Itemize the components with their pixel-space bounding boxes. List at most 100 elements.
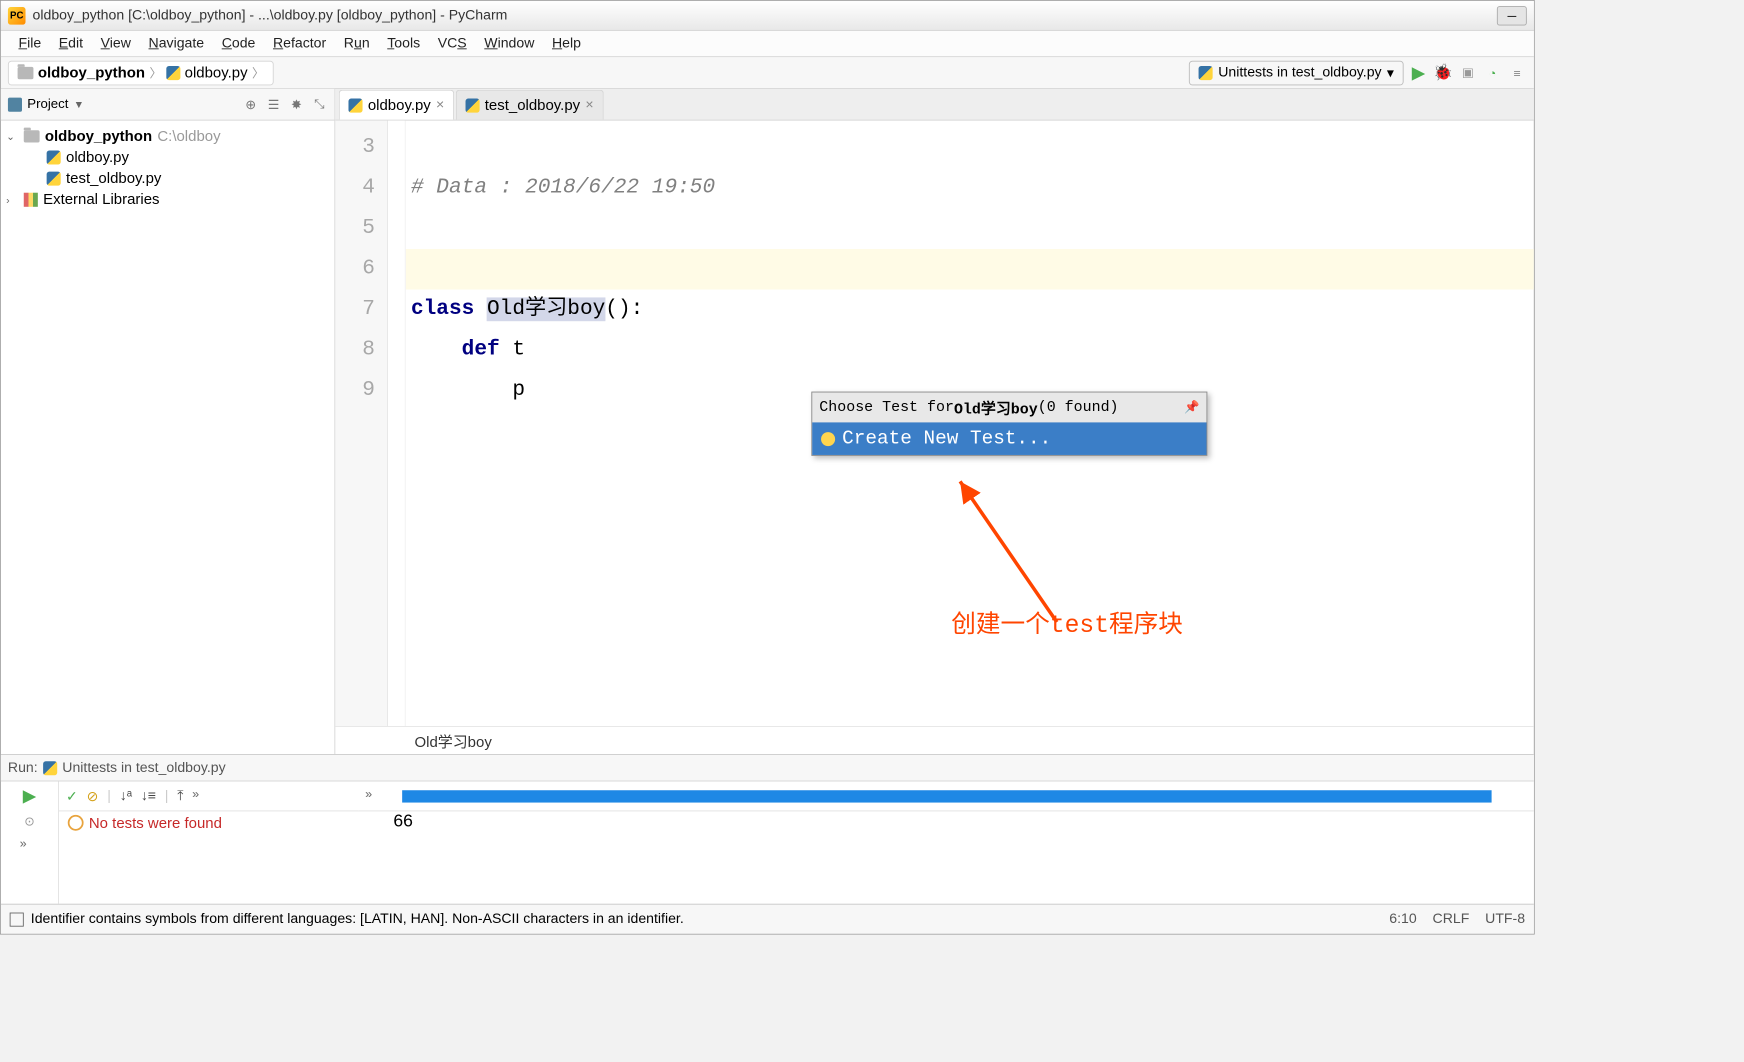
toolbar: oldboy_python 〉 oldboy.py 〉 Unittests in… (1, 57, 1534, 89)
minimize-button[interactable]: ─ (1497, 6, 1527, 25)
expand-arrow-icon[interactable]: ⌄ (6, 130, 18, 142)
menu-tools[interactable]: Tools (378, 36, 428, 52)
show-passed-icon[interactable]: ✓ (66, 787, 78, 805)
editor-breadcrumb[interactable]: Old学习boy (335, 726, 1534, 754)
breadcrumb[interactable]: oldboy_python 〉 oldboy.py 〉 (8, 60, 274, 85)
folder-icon (24, 130, 40, 142)
run-output-pane: 66 (358, 781, 1534, 903)
python-file-icon (47, 150, 61, 164)
title-bar: PC oldboy_python [C:\oldboy_python] - ..… (1, 1, 1534, 31)
chevron-right-icon: 〉 (149, 64, 161, 82)
export-icon[interactable]: ⤒ (177, 788, 183, 804)
run-button[interactable]: ▶ (1409, 63, 1428, 82)
chevron-down-icon: ▾ (1387, 64, 1394, 82)
tree-file-oldboy[interactable]: oldboy.py (4, 147, 330, 168)
tab-test-oldboy[interactable]: test_oldboy.py × (456, 90, 604, 120)
libraries-icon (24, 193, 38, 207)
tree-ext-label: External Libraries (43, 191, 159, 209)
expand-button[interactable] (365, 786, 384, 805)
close-icon[interactable]: × (436, 97, 444, 113)
run-config-selector[interactable]: Unittests in test_oldboy.py ▾ (1189, 60, 1403, 85)
status-tool-icon[interactable] (10, 912, 24, 926)
scroll-from-source-icon[interactable]: ⊕ (243, 96, 259, 112)
menu-file[interactable]: File (10, 36, 50, 52)
tree-root-label: oldboy_python (45, 128, 152, 146)
test-tree[interactable]: No tests were found (59, 811, 358, 903)
test-result-msg: No tests were found (89, 815, 222, 833)
tab-label: test_oldboy.py (485, 96, 580, 114)
expand-arrow-icon[interactable]: › (6, 194, 18, 206)
expand-button[interactable] (192, 786, 211, 805)
editor-tabs: oldboy.py × test_oldboy.py × (335, 89, 1534, 121)
menu-edit[interactable]: Edit (50, 36, 92, 52)
tab-label: oldboy.py (368, 96, 431, 114)
tree-project-root[interactable]: ⌄ oldboy_python C:\oldboy (4, 126, 330, 147)
file-encoding[interactable]: UTF-8 (1485, 911, 1525, 927)
run-results-pane: ✓ ⊘ | ↓ᵃ ↓≡ | ⤒ No tests were found (59, 781, 358, 903)
python-icon (43, 761, 57, 775)
collapse-all-icon[interactable]: ☰ (266, 96, 282, 112)
folder-icon (18, 66, 34, 78)
toggle-button[interactable]: ⊙ (24, 814, 34, 829)
tree-external-libraries[interactable]: › External Libraries (4, 189, 330, 210)
lightbulb-icon (821, 432, 835, 446)
status-bar: Identifier contains symbols from differe… (1, 904, 1534, 934)
breadcrumb-project: oldboy_python (38, 64, 145, 82)
python-file-icon (348, 98, 362, 112)
menu-view[interactable]: View (92, 36, 140, 52)
code-line-7: def t (411, 338, 525, 362)
menu-help[interactable]: Help (543, 36, 590, 52)
sort-time-icon[interactable]: ↓≡ (141, 788, 156, 804)
chevron-down-icon[interactable]: ▼ (74, 98, 84, 110)
cursor-position[interactable]: 6:10 (1389, 911, 1416, 927)
settings-icon[interactable]: ✸ (289, 96, 305, 112)
menu-navigate[interactable]: Navigate (140, 36, 213, 52)
chevron-right-icon: 〉 (252, 64, 264, 82)
annotation-text: 创建一个test程序块 (951, 605, 1183, 640)
tab-oldboy[interactable]: oldboy.py × (339, 90, 454, 120)
popup-item-label: Create New Test... (842, 428, 1051, 450)
tree-file-test-oldboy[interactable]: test_oldboy.py (4, 168, 330, 189)
menu-code[interactable]: Code (213, 36, 264, 52)
popup-item-create-test[interactable]: Create New Test... (812, 422, 1206, 455)
python-file-icon (166, 66, 180, 80)
code-line-3: # Data : 2018/6/22 19:50 (411, 176, 715, 200)
intention-popup: Choose Test for Old学习boy (0 found) 📌 Cre… (811, 392, 1207, 456)
code-line-8: p (411, 378, 525, 402)
editor-pane: oldboy.py × test_oldboy.py × 3456789 # D… (335, 89, 1534, 754)
sidebar-title[interactable]: Project (27, 97, 68, 112)
sort-alpha-icon[interactable]: ↓ᵃ (120, 788, 132, 804)
rerun-button[interactable]: ▶ (23, 785, 37, 807)
debug-button[interactable]: 🐞 (1434, 63, 1453, 82)
warning-icon (68, 815, 84, 831)
profile-button[interactable]: ◔ (1483, 63, 1502, 82)
pin-icon[interactable]: 📌 (1184, 400, 1199, 415)
run-panel-header[interactable]: Run: Unittests in test_oldboy.py (1, 755, 1534, 781)
expand-button[interactable] (20, 836, 39, 855)
python-icon (1199, 66, 1213, 80)
line-gutter: 3456789 (335, 121, 388, 726)
editor-crumb-label: Old学习boy (414, 730, 491, 752)
show-ignored-icon[interactable]: ⊘ (87, 787, 99, 805)
menu-bar: File Edit View Navigate Code Refactor Ru… (1, 31, 1534, 57)
menu-refactor[interactable]: Refactor (264, 36, 335, 52)
test-progress-bar (402, 790, 1491, 802)
menu-window[interactable]: Window (475, 36, 543, 52)
menu-run[interactable]: Run (335, 36, 378, 52)
search-button[interactable]: ≡ (1507, 63, 1526, 82)
tree-root-path: C:\oldboy (157, 128, 220, 146)
popup-header: Choose Test for Old学习boy (0 found) 📌 (812, 392, 1206, 422)
coverage-button[interactable]: ▣ (1458, 63, 1477, 82)
tree-file-label: oldboy.py (66, 149, 129, 167)
window-title: oldboy_python [C:\oldboy_python] - ...\o… (33, 7, 1494, 23)
python-file-icon (47, 172, 61, 186)
menu-vcs[interactable]: VCS (429, 36, 476, 52)
code-line-6: class Old学习boy(): (411, 297, 643, 321)
hide-icon[interactable]: ⤡ (312, 96, 328, 112)
code-editor[interactable]: 3456789 # Data : 2018/6/22 19:50 class O… (335, 121, 1534, 726)
project-tool-icon (8, 97, 22, 111)
line-separator[interactable]: CRLF (1433, 911, 1470, 927)
close-icon[interactable]: × (585, 97, 593, 113)
fold-margin[interactable] (388, 121, 406, 726)
popup-head-target: Old学习boy (954, 396, 1038, 419)
